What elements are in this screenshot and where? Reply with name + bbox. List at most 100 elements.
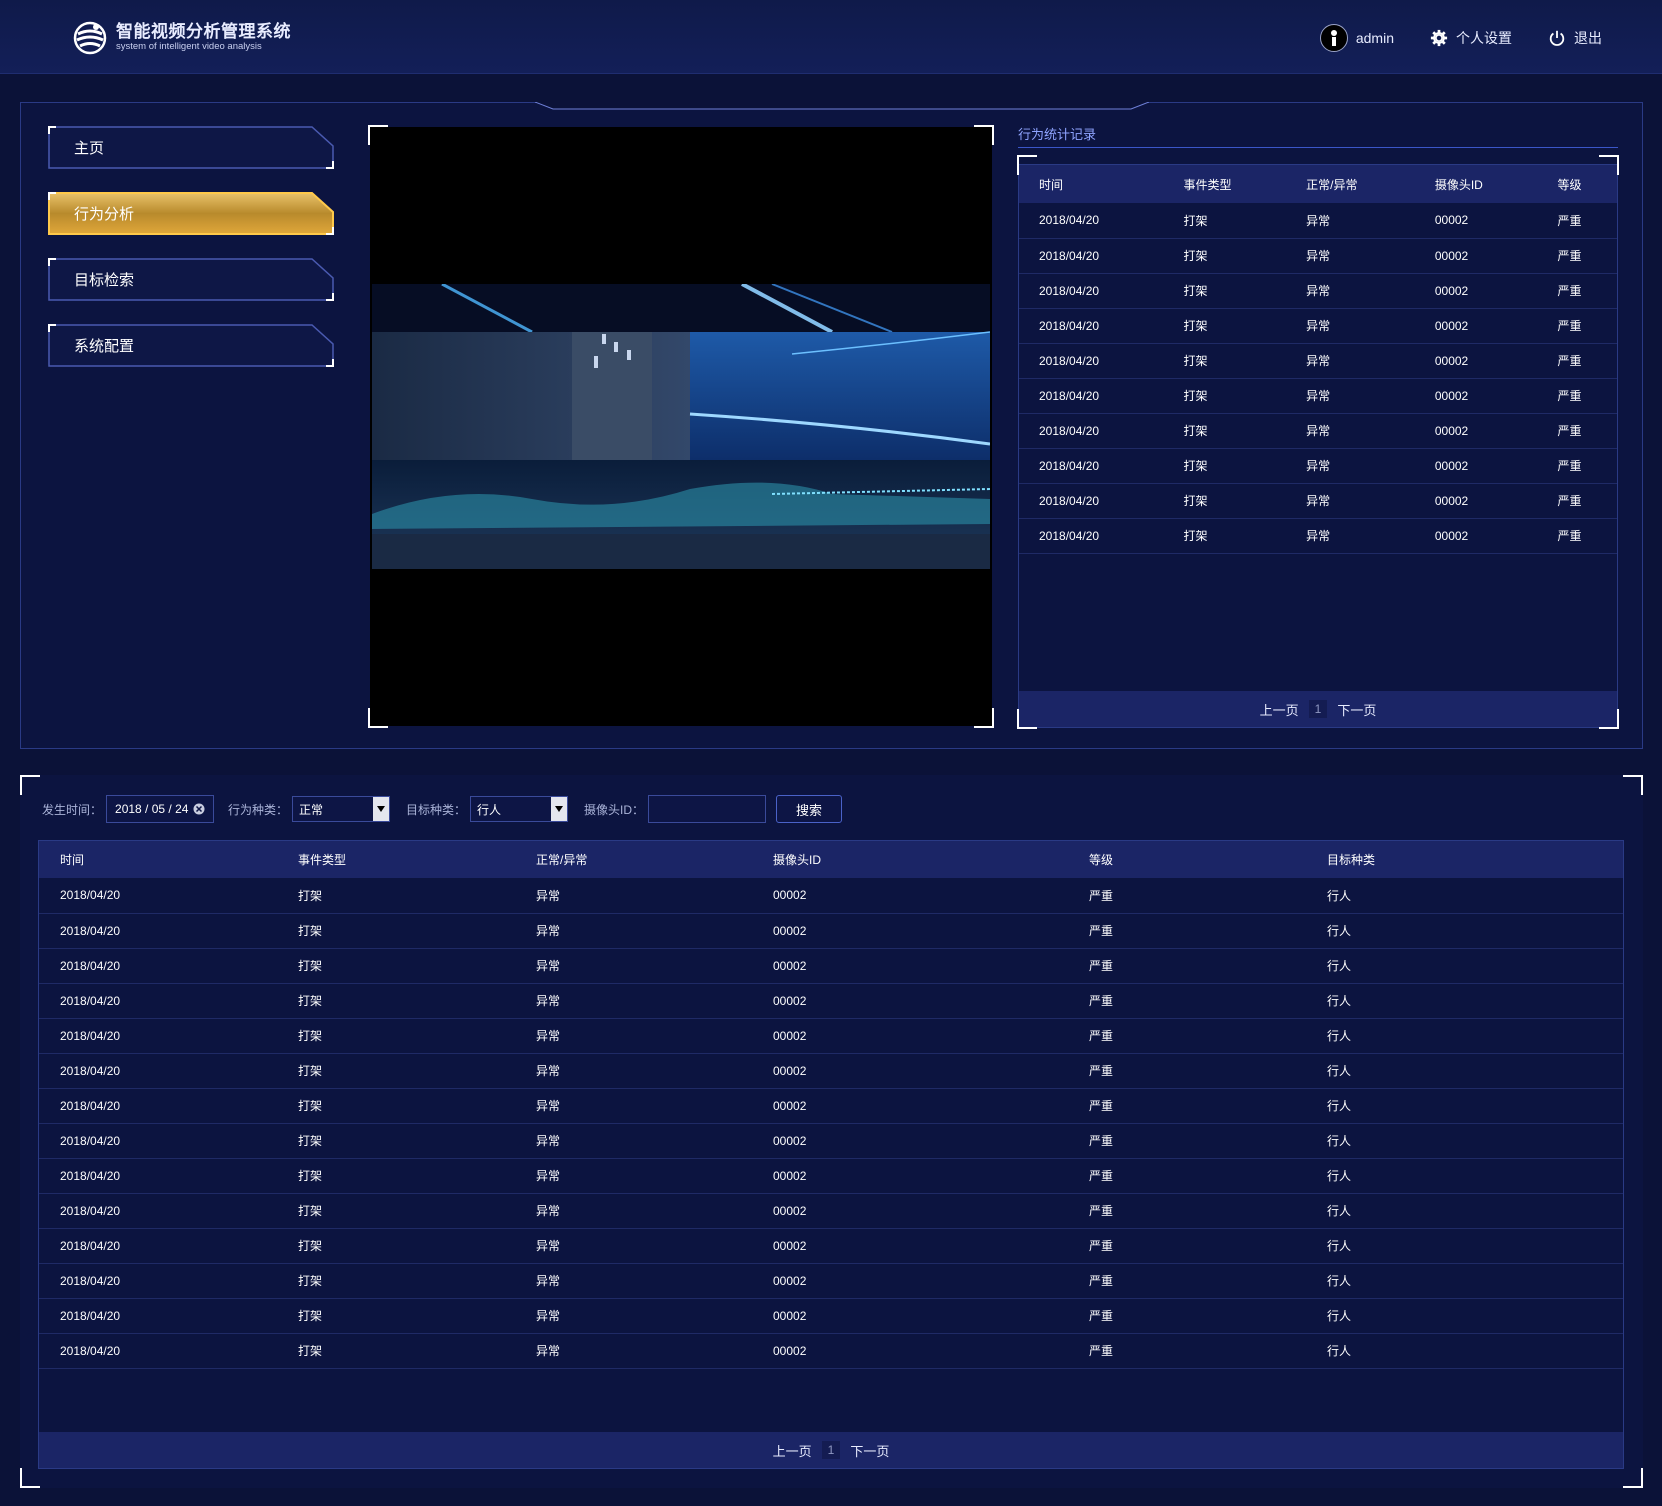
table-cell: 打架 [1163, 518, 1287, 554]
table-cell: 行人 [1306, 1123, 1623, 1159]
target-select[interactable]: 行人 [470, 796, 569, 822]
clear-icon[interactable] [193, 803, 205, 815]
table-cell: 打架 [277, 1333, 515, 1369]
col-camera-id: 摄像头ID [752, 841, 1068, 878]
table-row[interactable]: 2018/04/20 打架 异常 00002 严重 [1019, 448, 1617, 484]
table-cell: 异常 [515, 1193, 752, 1229]
behavior-select[interactable]: 正常 [292, 796, 391, 822]
search-button[interactable]: 搜索 [776, 795, 843, 823]
records-table-panel: 时间 事件类型 正常/异常 摄像头ID 等级 目标种类 2018/04/20 打架… [38, 840, 1624, 1469]
table-row[interactable]: 2018/04/20 打架 异常 00002 严重 行人 [39, 948, 1623, 984]
table-cell: 2018/04/20 [1019, 238, 1164, 274]
table-cell: 00002 [1414, 448, 1538, 484]
frame-corner [20, 1468, 40, 1488]
table-cell: 严重 [1537, 203, 1617, 239]
table-row[interactable]: 2018/04/20 打架 异常 00002 严重 [1019, 238, 1617, 274]
table-cell: 打架 [1163, 448, 1287, 484]
table-cell: 2018/04/20 [1019, 483, 1164, 519]
table-row[interactable]: 2018/04/20 打架 异常 00002 严重 行人 [39, 1298, 1623, 1334]
frame-corner [1623, 1468, 1643, 1488]
table-cell: 严重 [1537, 238, 1617, 274]
nav-item-behavior-analysis[interactable]: 行为分析 [48, 192, 334, 235]
table-cell: 00002 [752, 1193, 1068, 1229]
table-row[interactable]: 2018/04/20 打架 异常 00002 严重 行人 [39, 1158, 1623, 1194]
table-row[interactable]: 2018/04/20 打架 异常 00002 严重 [1019, 413, 1617, 449]
table-cell: 00002 [752, 1158, 1068, 1194]
table-cell: 异常 [515, 1123, 752, 1159]
table-row[interactable]: 2018/04/20 打架 异常 00002 严重 行人 [39, 1263, 1623, 1299]
panel-notch [535, 102, 1149, 110]
table-cell: 严重 [1537, 343, 1617, 379]
page-number[interactable]: 1 [1308, 700, 1328, 718]
table-cell: 异常 [1286, 203, 1415, 239]
sidebar-nav: 主页 行为分析 目标检索 系统配置 [48, 126, 336, 390]
table-row[interactable]: 2018/04/20 打架 异常 00002 严重 [1019, 308, 1617, 344]
table-row[interactable]: 2018/04/20 打架 异常 00002 严重 [1019, 483, 1617, 519]
table-cell: 严重 [1068, 1333, 1306, 1369]
table-cell: 严重 [1068, 913, 1306, 949]
table-cell: 00002 [1414, 378, 1538, 414]
table-row[interactable]: 2018/04/20 打架 异常 00002 严重 [1019, 343, 1617, 379]
nav-item-target-search[interactable]: 目标检索 [48, 258, 334, 301]
frame-corner [368, 125, 388, 145]
table-cell: 行人 [1306, 1228, 1623, 1264]
table-row[interactable]: 2018/04/20 打架 异常 00002 严重 行人 [39, 1333, 1623, 1369]
table-cell: 00002 [752, 1088, 1068, 1124]
frame-corner [1623, 775, 1643, 795]
table-row[interactable]: 2018/04/20 打架 异常 00002 严重 [1019, 518, 1617, 554]
table-cell: 严重 [1068, 1158, 1306, 1194]
table-cell: 严重 [1068, 1053, 1306, 1089]
table-cell: 异常 [515, 1053, 752, 1089]
table-row[interactable]: 2018/04/20 打架 异常 00002 严重 [1019, 273, 1617, 309]
table-cell: 2018/04/20 [1019, 308, 1164, 344]
table-cell: 2018/04/20 [39, 1228, 277, 1264]
frame-corner [20, 775, 40, 795]
table-cell: 00002 [1414, 308, 1538, 344]
table-cell: 严重 [1537, 273, 1617, 309]
table-cell: 2018/04/20 [1019, 203, 1164, 239]
next-page-button[interactable]: 下一页 [850, 1441, 889, 1460]
table-cell: 严重 [1068, 878, 1306, 914]
user-menu[interactable]: admin [1319, 24, 1394, 52]
nav-item-system-config[interactable]: 系统配置 [48, 324, 334, 367]
table-cell: 异常 [1286, 448, 1415, 484]
table-row[interactable]: 2018/04/20 打架 异常 00002 严重 行人 [39, 1088, 1623, 1124]
table-row[interactable]: 2018/04/20 打架 异常 00002 严重 [1019, 203, 1617, 239]
next-page-button[interactable]: 下一页 [1337, 700, 1376, 719]
table-row[interactable]: 2018/04/20 打架 异常 00002 严重 行人 [39, 1193, 1623, 1229]
table-row[interactable]: 2018/04/20 打架 异常 00002 严重 [1019, 378, 1617, 414]
table-cell: 行人 [1306, 913, 1623, 949]
table-cell: 打架 [1163, 308, 1287, 344]
app-header: 智能视频分析管理系统 system of intelligent video a… [0, 0, 1662, 74]
col-time: 时间 [39, 841, 277, 878]
table-cell: 00002 [1414, 238, 1538, 274]
table-cell: 异常 [1286, 238, 1415, 274]
table-cell: 2018/04/20 [39, 913, 277, 949]
table-row[interactable]: 2018/04/20 打架 异常 00002 严重 行人 [39, 1018, 1623, 1054]
nav-item-home[interactable]: 主页 [48, 126, 334, 169]
logout-button[interactable]: 退出 [1548, 28, 1602, 48]
table-cell: 00002 [752, 1228, 1068, 1264]
table-cell: 2018/04/20 [1019, 343, 1164, 379]
table-cell: 00002 [752, 1263, 1068, 1299]
frame-corner [1017, 155, 1037, 175]
table-row[interactable]: 2018/04/20 打架 异常 00002 严重 行人 [39, 1228, 1623, 1264]
camera-id-input[interactable] [648, 795, 767, 823]
table-row[interactable]: 2018/04/20 打架 异常 00002 严重 行人 [39, 878, 1623, 914]
table-row[interactable]: 2018/04/20 打架 异常 00002 严重 行人 [39, 1123, 1623, 1159]
table-cell: 严重 [1068, 1088, 1306, 1124]
frame-corner [368, 708, 388, 728]
prev-page-button[interactable]: 上一页 [1260, 700, 1299, 719]
date-input[interactable]: 2018 / 05 / 24 [106, 795, 215, 823]
table-cell: 行人 [1306, 948, 1623, 984]
logout-label: 退出 [1574, 30, 1602, 46]
prev-page-button[interactable]: 上一页 [773, 1441, 812, 1460]
page-number[interactable]: 1 [821, 1441, 841, 1459]
table-row[interactable]: 2018/04/20 打架 异常 00002 严重 行人 [39, 913, 1623, 949]
video-player[interactable] [368, 125, 994, 728]
settings-button[interactable]: 个人设置 [1430, 28, 1512, 48]
table-row[interactable]: 2018/04/20 打架 异常 00002 严重 行人 [39, 983, 1623, 1019]
table-cell: 行人 [1306, 1298, 1623, 1334]
table-cell: 00002 [1414, 413, 1538, 449]
table-row[interactable]: 2018/04/20 打架 异常 00002 严重 行人 [39, 1053, 1623, 1089]
